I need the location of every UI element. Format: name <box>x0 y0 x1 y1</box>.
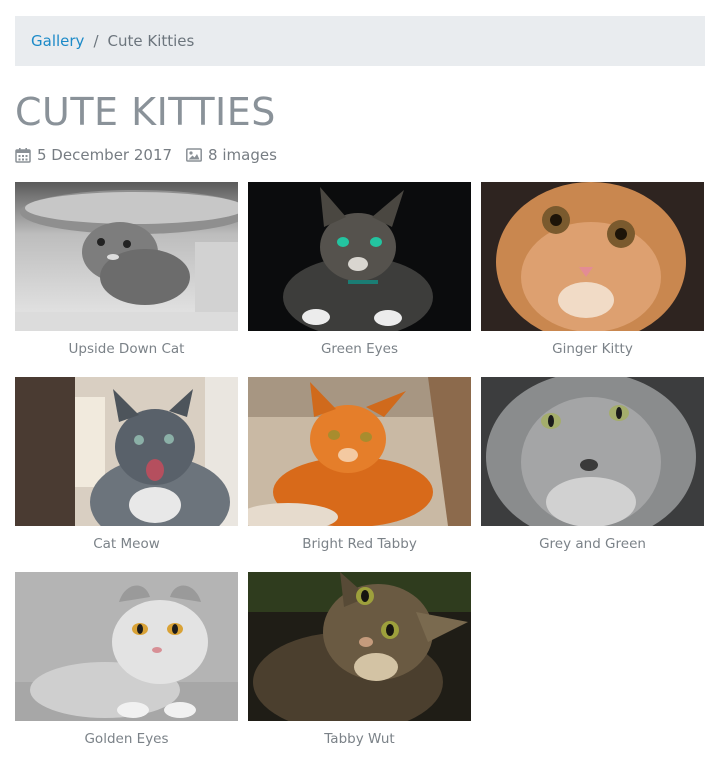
gallery-thumbnail[interactable] <box>15 571 238 721</box>
breadcrumb: Gallery / Cute Kitties <box>15 16 705 66</box>
gallery-caption: Golden Eyes <box>84 730 169 747</box>
gallery-thumbnail[interactable] <box>248 571 471 721</box>
gallery-caption: Upside Down Cat <box>68 340 185 357</box>
album-image-count-text: 8 images <box>208 145 277 164</box>
gallery-caption: Bright Red Tabby <box>302 535 417 552</box>
page-title: CUTE KITTIES <box>15 90 276 134</box>
gallery-thumbnail[interactable] <box>481 181 704 331</box>
gallery-item[interactable]: Green Eyes <box>248 181 471 377</box>
gallery-caption: Cat Meow <box>93 535 160 552</box>
calendar-icon <box>15 147 31 163</box>
gallery-item[interactable]: Bright Red Tabby <box>248 376 471 572</box>
gallery-page: Gallery / Cute Kitties CUTE KITTIES 5 De… <box>0 0 720 760</box>
gallery-item[interactable]: Golden Eyes <box>15 571 238 760</box>
gallery-caption: Ginger Kitty <box>552 340 633 357</box>
album-date: 5 December 2017 <box>15 146 172 164</box>
gallery-thumbnail[interactable] <box>248 181 471 331</box>
gallery-item[interactable]: Upside Down Cat <box>15 181 238 377</box>
gallery-caption: Tabby Wut <box>324 730 395 747</box>
album-date-text: 5 December 2017 <box>37 145 173 164</box>
breadcrumb-current: Cute Kitties <box>107 32 195 50</box>
gallery-item[interactable]: Tabby Wut <box>248 571 471 760</box>
gallery-thumbnail[interactable] <box>15 181 238 331</box>
gallery-caption: Grey and Green <box>539 535 646 552</box>
gallery-thumbnail[interactable] <box>15 376 238 526</box>
album-meta: 5 December 2017 8 images <box>15 146 705 164</box>
album-image-count: 8 images <box>186 146 277 164</box>
image-icon <box>186 147 202 163</box>
gallery-item[interactable]: Grey and Green <box>481 376 704 572</box>
gallery-caption: Green Eyes <box>320 340 399 357</box>
gallery-thumbnail[interactable] <box>248 376 471 526</box>
gallery-grid: Upside Down Cat Green Eyes Ginger Kitty … <box>15 181 705 760</box>
gallery-item[interactable]: Cat Meow <box>15 376 238 572</box>
gallery-item[interactable]: Ginger Kitty <box>481 181 704 377</box>
breadcrumb-separator: / <box>93 32 99 50</box>
gallery-thumbnail[interactable] <box>481 376 704 526</box>
breadcrumb-link-gallery[interactable]: Gallery <box>31 32 84 50</box>
